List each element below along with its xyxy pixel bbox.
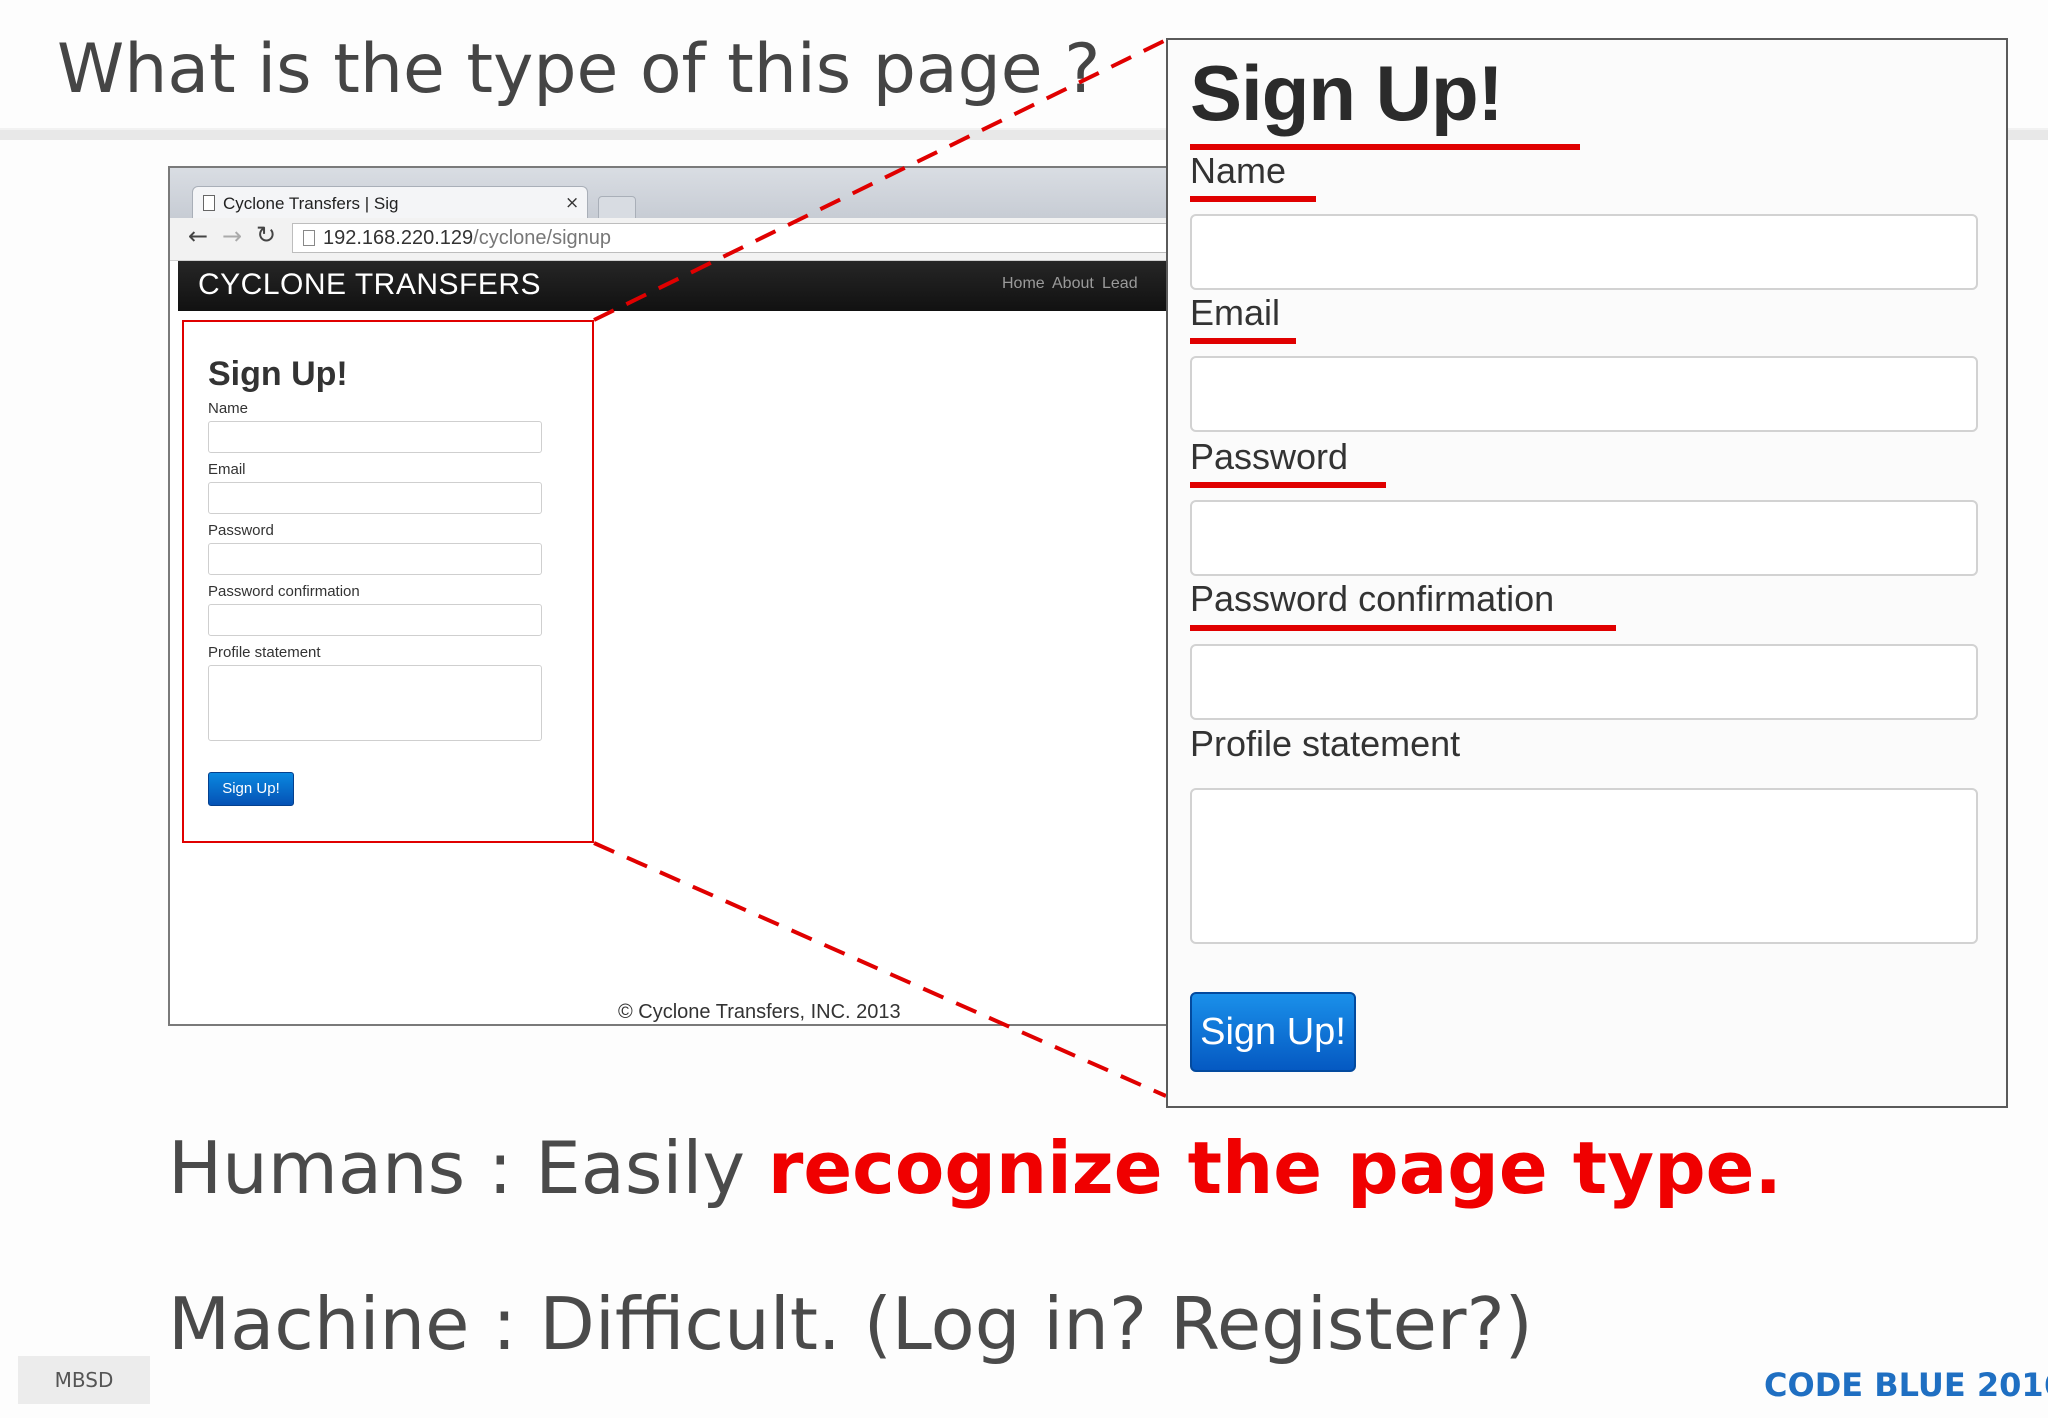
password-underline (1190, 482, 1386, 488)
zoomed-password-confirmation-label: Password confirmation (1190, 578, 1555, 619)
zoomed-sign-up-button[interactable]: Sign Up! (1190, 992, 1356, 1072)
zoomed-form-panel: Sign Up! Name Email Password Password co… (1166, 38, 2008, 1108)
humans-line: Humans : Easily recognize the page type. (168, 1126, 1782, 1210)
zoomed-password-label: Password (1190, 436, 1349, 477)
zoomed-password-field[interactable] (1190, 500, 1978, 576)
zoomed-form-title: Sign Up! (1190, 49, 1504, 137)
zoomed-email-label: Email (1190, 292, 1281, 333)
machine-line: Machine : Difficult. (Log in? Register?) (168, 1282, 1533, 1366)
email-underline (1190, 338, 1296, 344)
callout-line-top (593, 38, 1167, 322)
mbsd-logo: MBSD (18, 1356, 150, 1404)
name-underline (1190, 196, 1316, 202)
zoomed-password-confirmation-field[interactable] (1190, 644, 1978, 720)
zoomed-email-field[interactable] (1190, 356, 1978, 432)
zoomed-name-field[interactable] (1190, 214, 1978, 290)
zoomed-profile-statement-textarea[interactable] (1190, 788, 1978, 944)
callout-line-bottom (593, 841, 1167, 1098)
password-confirmation-underline (1190, 625, 1616, 631)
humans-prefix: Humans : Easily (168, 1126, 768, 1210)
zoomed-name-label: Name (1190, 150, 1287, 191)
humans-emphasis: recognize the page type. (767, 1126, 1782, 1210)
code-blue-label: CODE BLUE 2016 (1764, 1366, 2048, 1404)
zoomed-profile-statement-label: Profile statement (1190, 723, 1461, 764)
